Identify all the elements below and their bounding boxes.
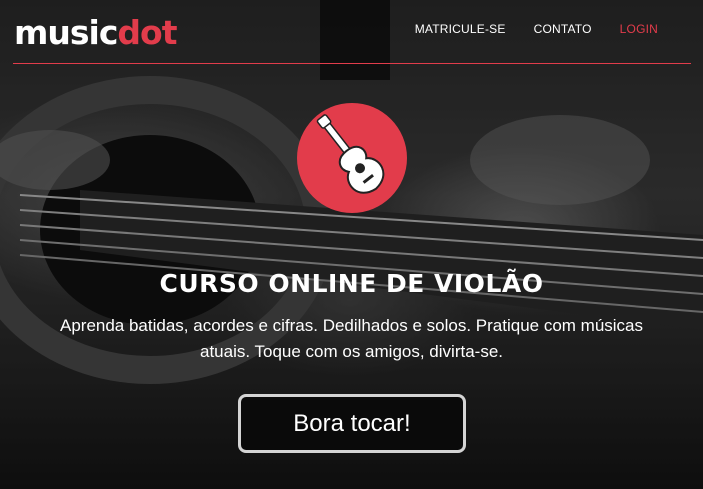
guitar-icon	[316, 114, 385, 194]
logo-text-dot: dot	[117, 13, 177, 52]
bora-tocar-button[interactable]: Bora tocar!	[238, 394, 466, 453]
header-divider	[13, 63, 691, 64]
guitar-badge	[297, 103, 407, 213]
hero-subtitle-line-2: atuais. Toque com os amigos, divirta-se.	[200, 342, 503, 361]
nav-link-contato[interactable]: CONTATO	[534, 22, 592, 36]
page-title: CURSO ONLINE DE VIOLÃO	[159, 268, 544, 298]
hero-subtitle: Aprenda batidas, acordes e cifras. Dedil…	[20, 313, 683, 365]
hero-subtitle-line-1: Aprenda batidas, acordes e cifras. Dedil…	[59, 316, 644, 335]
nav-link-login[interactable]: LOGIN	[620, 22, 658, 36]
nav-link-matricule[interactable]: MATRICULE-SE	[415, 22, 506, 36]
logo-text-music: music	[14, 13, 118, 52]
main-nav: MATRICULE-SE CONTATO LOGIN	[387, 22, 658, 36]
musicdot-logo[interactable]: musicdot	[14, 8, 177, 58]
